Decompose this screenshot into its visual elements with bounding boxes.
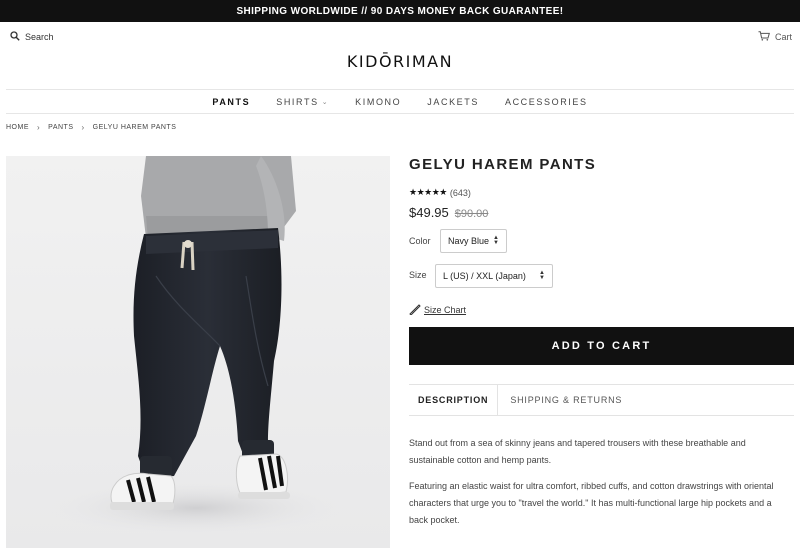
- color-select-value: Navy Blue: [448, 236, 490, 246]
- chevron-down-icon: ⌄: [321, 98, 330, 106]
- sale-price: $49.95: [409, 205, 449, 220]
- breadcrumb: HOME › PANTS › GELYU HAREM PANTS: [6, 123, 176, 132]
- cart-icon: [758, 31, 770, 43]
- breadcrumb-home[interactable]: HOME: [6, 124, 29, 131]
- search-label: Search: [25, 32, 54, 42]
- select-arrows-icon: ▲ ▼: [493, 235, 499, 246]
- nav-item-label: ACCESSORIES: [504, 96, 588, 107]
- select-arrows-icon: ▲ ▼: [539, 270, 545, 281]
- cart-label: Cart: [774, 32, 792, 42]
- breadcrumb-current: GELYU HAREM PANTS: [92, 124, 177, 131]
- size-chart-link[interactable]: Size Chart: [409, 303, 466, 317]
- site-logo[interactable]: KIDŌRIMAN: [0, 52, 800, 71]
- ruler-icon: [409, 303, 421, 317]
- announcement-text: SHIPPING WORLDWIDE // 90 DAYS MONEY BACK…: [236, 5, 564, 17]
- review-count: (643): [449, 187, 471, 198]
- product-rating[interactable]: ★★★★★ (643): [409, 187, 471, 198]
- tab-label: DESCRIPTION: [418, 395, 489, 405]
- nav-item-label: SHIRTS: [276, 96, 319, 107]
- star-rating-icon: ★★★★★: [409, 187, 447, 197]
- breadcrumb-pants[interactable]: PANTS: [48, 124, 73, 131]
- nav-item-shirts[interactable]: SHIRTS ⌄: [276, 97, 329, 107]
- product-title: GELYU HAREM PANTS: [409, 156, 597, 173]
- color-select[interactable]: Navy Blue ▲ ▼: [440, 229, 507, 253]
- color-label: Color: [409, 236, 431, 246]
- size-label: Size: [409, 270, 427, 280]
- add-to-cart-button[interactable]: ADD TO CART: [409, 327, 794, 365]
- price-block: $49.95 $90.00: [409, 205, 488, 220]
- search-icon: [10, 31, 20, 43]
- nav-item-label: PANTS: [212, 96, 251, 107]
- size-select[interactable]: L (US) / XXL (Japan) ▲ ▼: [435, 264, 553, 288]
- product-image[interactable]: [6, 156, 390, 548]
- description-paragraph-2: Featuring an elastic waist for ultra com…: [409, 481, 774, 525]
- nav-item-label: JACKETS: [427, 96, 479, 107]
- logo-text: KIDŌRIMAN: [346, 52, 454, 71]
- tab-label: SHIPPING & RETURNS: [510, 395, 623, 405]
- breadcrumb-separator-icon: ›: [37, 123, 41, 132]
- announcement-bar: SHIPPING WORLDWIDE // 90 DAYS MONEY BACK…: [0, 0, 800, 22]
- main-nav: PANTS SHIRTS ⌄ KIMONO JACKETS ACCESSORIE…: [6, 89, 794, 114]
- nav-item-label: KIMONO: [355, 96, 402, 107]
- tab-shipping-returns[interactable]: SHIPPING & RETURNS: [498, 385, 632, 415]
- product-tabs: DESCRIPTION SHIPPING & RETURNS: [409, 384, 794, 416]
- nav-item-jackets[interactable]: JACKETS: [427, 97, 479, 107]
- size-chart-label: Size Chart: [424, 305, 467, 315]
- nav-item-kimono[interactable]: KIMONO: [355, 97, 401, 107]
- tab-description[interactable]: DESCRIPTION: [409, 385, 499, 415]
- description-paragraph-1: Stand out from a sea of skinny jeans and…: [409, 438, 746, 465]
- nav-item-accessories[interactable]: ACCESSORIES: [505, 97, 588, 107]
- cart-button[interactable]: Cart: [758, 31, 792, 43]
- nav-item-pants[interactable]: PANTS: [212, 97, 250, 107]
- breadcrumb-separator-icon: ›: [81, 123, 85, 132]
- size-select-value: L (US) / XXL (Japan): [443, 271, 526, 281]
- compare-price: $90.00: [454, 208, 489, 220]
- search-button[interactable]: Search: [10, 31, 54, 43]
